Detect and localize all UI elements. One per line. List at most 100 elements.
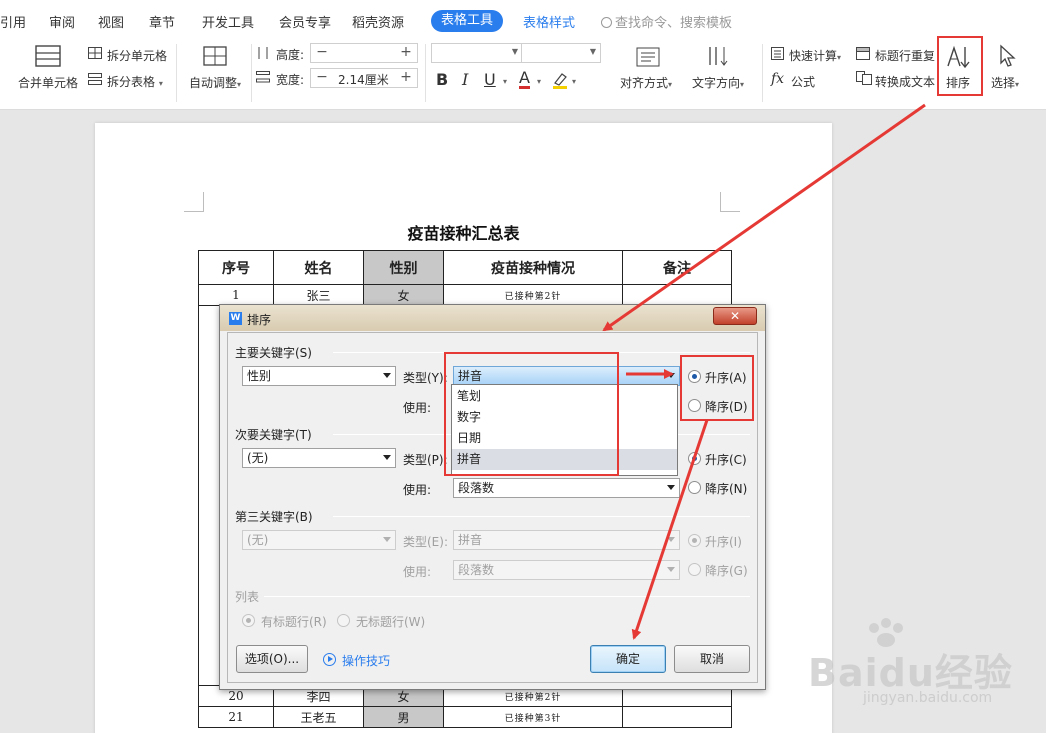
tab-table-style[interactable]: 表格样式 xyxy=(523,12,575,31)
menu-item-chapter[interactable]: 章节 xyxy=(149,12,175,31)
descending-n-label[interactable]: 降序(N) xyxy=(705,480,747,497)
has-header-label[interactable]: 有标题行(R) xyxy=(261,613,327,630)
plus-icon[interactable]: + xyxy=(395,44,417,62)
formula-button[interactable]: 公式 xyxy=(791,73,815,90)
type-e-select[interactable]: 拼音 xyxy=(453,530,680,550)
chevron-down-icon: ▾ xyxy=(158,79,163,88)
table-cell[interactable]: 1 xyxy=(198,284,274,306)
font-size-select[interactable]: ▼ xyxy=(521,43,601,63)
auto-adjust-button[interactable]: 自动调整▾ xyxy=(189,74,241,91)
split-table-button[interactable]: 拆分表格 ▾ xyxy=(107,73,163,90)
ascending-i-label[interactable]: 升序(I) xyxy=(705,533,742,550)
table-cell[interactable]: 已接种第3针 xyxy=(443,706,623,728)
dropdown-arrow-icon xyxy=(383,537,391,542)
table-cell[interactable]: 已接种第2针 xyxy=(443,284,623,306)
ascending-i-radio[interactable] xyxy=(688,534,701,547)
font-name-select[interactable]: ▼ xyxy=(431,43,523,63)
third-key-label: 第三关键字(B) xyxy=(235,510,313,524)
menu-item-docer[interactable]: 稻壳资源 xyxy=(352,12,404,31)
minus-icon[interactable]: − xyxy=(311,69,333,87)
annotation-box-sort xyxy=(937,36,983,96)
menu-item-reference[interactable]: 引用 xyxy=(0,12,26,31)
split-cells-button[interactable]: 拆分单元格 xyxy=(107,47,167,64)
no-header-label[interactable]: 无标题行(W) xyxy=(356,613,425,630)
header-cell[interactable]: 疫苗接种情况 xyxy=(443,250,623,285)
dialog-titlebar[interactable]: W 排序 ✕ xyxy=(220,305,765,331)
third-key-value: (无) xyxy=(247,533,269,547)
chevron-down-icon[interactable]: ▾ xyxy=(503,77,507,86)
chevron-down-icon[interactable]: ▾ xyxy=(572,77,576,86)
cursor-icon xyxy=(1000,44,1016,67)
highlight-icon[interactable] xyxy=(551,71,569,89)
annotation-box-order xyxy=(680,355,754,421)
header-cell[interactable]: 备注 xyxy=(622,250,732,285)
secondary-key-value: (无) xyxy=(247,451,269,465)
table-cell[interactable]: 男 xyxy=(363,706,444,728)
type-e-value: 拼音 xyxy=(458,533,483,547)
menu-item-member[interactable]: 会员专享 xyxy=(279,12,331,31)
descending-g-radio[interactable] xyxy=(688,563,701,576)
use-label: 使用: xyxy=(403,401,432,415)
secondary-key-select[interactable]: (无) xyxy=(242,448,396,468)
table-cell[interactable] xyxy=(622,284,732,306)
no-header-radio[interactable] xyxy=(337,614,350,627)
ascending-c-radio[interactable] xyxy=(688,452,701,465)
descending-n-radio[interactable] xyxy=(688,481,701,494)
bold-button[interactable]: B xyxy=(436,70,448,89)
header-cell[interactable]: 序号 xyxy=(198,250,274,285)
header-repeat-icon xyxy=(856,47,870,60)
tips-link[interactable]: 操作技巧 xyxy=(342,652,390,669)
calculator-icon xyxy=(771,47,784,60)
options-button[interactable]: 选项(O)... xyxy=(236,645,308,673)
height-label: 高度: xyxy=(276,48,305,62)
menu-bar: 引用 审阅 视图 章节 开发工具 会员专享 稻壳资源 表格工具 表格样式 查找命… xyxy=(0,0,1046,40)
primary-key-select[interactable]: 性别 xyxy=(242,366,396,386)
play-circle-icon[interactable] xyxy=(323,653,336,666)
table-cell[interactable]: 女 xyxy=(363,284,444,306)
quick-calc-button[interactable]: 快速计算▾ xyxy=(789,47,841,64)
underline-button[interactable]: U xyxy=(484,70,496,89)
search-command[interactable]: 查找命令、搜索模板 xyxy=(601,12,732,31)
menu-item-review[interactable]: 审阅 xyxy=(49,12,75,31)
width-value: 2.14厘米 xyxy=(338,73,389,87)
select-button[interactable]: 选择▾ xyxy=(991,74,1019,91)
ok-button[interactable]: 确定 xyxy=(590,645,666,673)
divider xyxy=(251,44,252,102)
close-button[interactable]: ✕ xyxy=(713,307,757,325)
descending-g-label[interactable]: 降序(G) xyxy=(705,562,748,579)
menu-item-developer[interactable]: 开发工具 xyxy=(202,12,254,31)
cancel-button[interactable]: 取消 xyxy=(674,645,750,673)
has-header-radio[interactable] xyxy=(242,614,255,627)
chevron-down-icon: ▾ xyxy=(237,80,242,89)
height-stepper[interactable]: − + xyxy=(310,43,418,63)
ascending-c-label[interactable]: 升序(C) xyxy=(705,451,747,468)
chevron-down-icon[interactable]: ▾ xyxy=(537,77,541,86)
menu-item-view[interactable]: 视图 xyxy=(98,12,124,31)
convert-text-button[interactable]: 转换成文本 xyxy=(875,73,935,90)
use-label: 使用: xyxy=(403,483,432,497)
align-icon xyxy=(636,47,660,67)
table-cell[interactable]: 王老五 xyxy=(273,706,364,728)
header-repeat-button[interactable]: 标题行重复 xyxy=(875,47,935,64)
third-key-select[interactable]: (无) xyxy=(242,530,396,550)
use-select-2[interactable]: 段落数 xyxy=(453,478,680,498)
table-row: 21 王老五 男 已接种第3针 xyxy=(198,706,732,728)
table-cell[interactable] xyxy=(622,706,732,728)
text-direction-button[interactable]: 文字方向▾ xyxy=(692,74,744,91)
table-cell[interactable]: 张三 xyxy=(273,284,364,306)
annotation-box-type xyxy=(444,352,619,476)
align-button[interactable]: 对齐方式▾ xyxy=(620,74,672,91)
divider xyxy=(425,44,426,102)
merge-cells-button[interactable]: 合并单元格 xyxy=(18,74,78,91)
width-stepper[interactable]: − 2.14厘米 + xyxy=(310,68,418,88)
tab-table-tools[interactable]: 表格工具 xyxy=(431,10,503,32)
minus-icon[interactable]: − xyxy=(311,44,333,62)
table-cell[interactable]: 21 xyxy=(198,706,274,728)
secondary-key-label: 次要关键字(T) xyxy=(235,428,312,442)
use-select-3[interactable]: 段落数 xyxy=(453,560,680,580)
italic-button[interactable]: I xyxy=(462,70,468,89)
plus-icon[interactable]: + xyxy=(395,69,417,87)
header-cell[interactable]: 姓名 xyxy=(273,250,364,285)
font-color-button[interactable]: A xyxy=(519,70,530,89)
header-cell[interactable]: 性别 xyxy=(363,250,444,285)
